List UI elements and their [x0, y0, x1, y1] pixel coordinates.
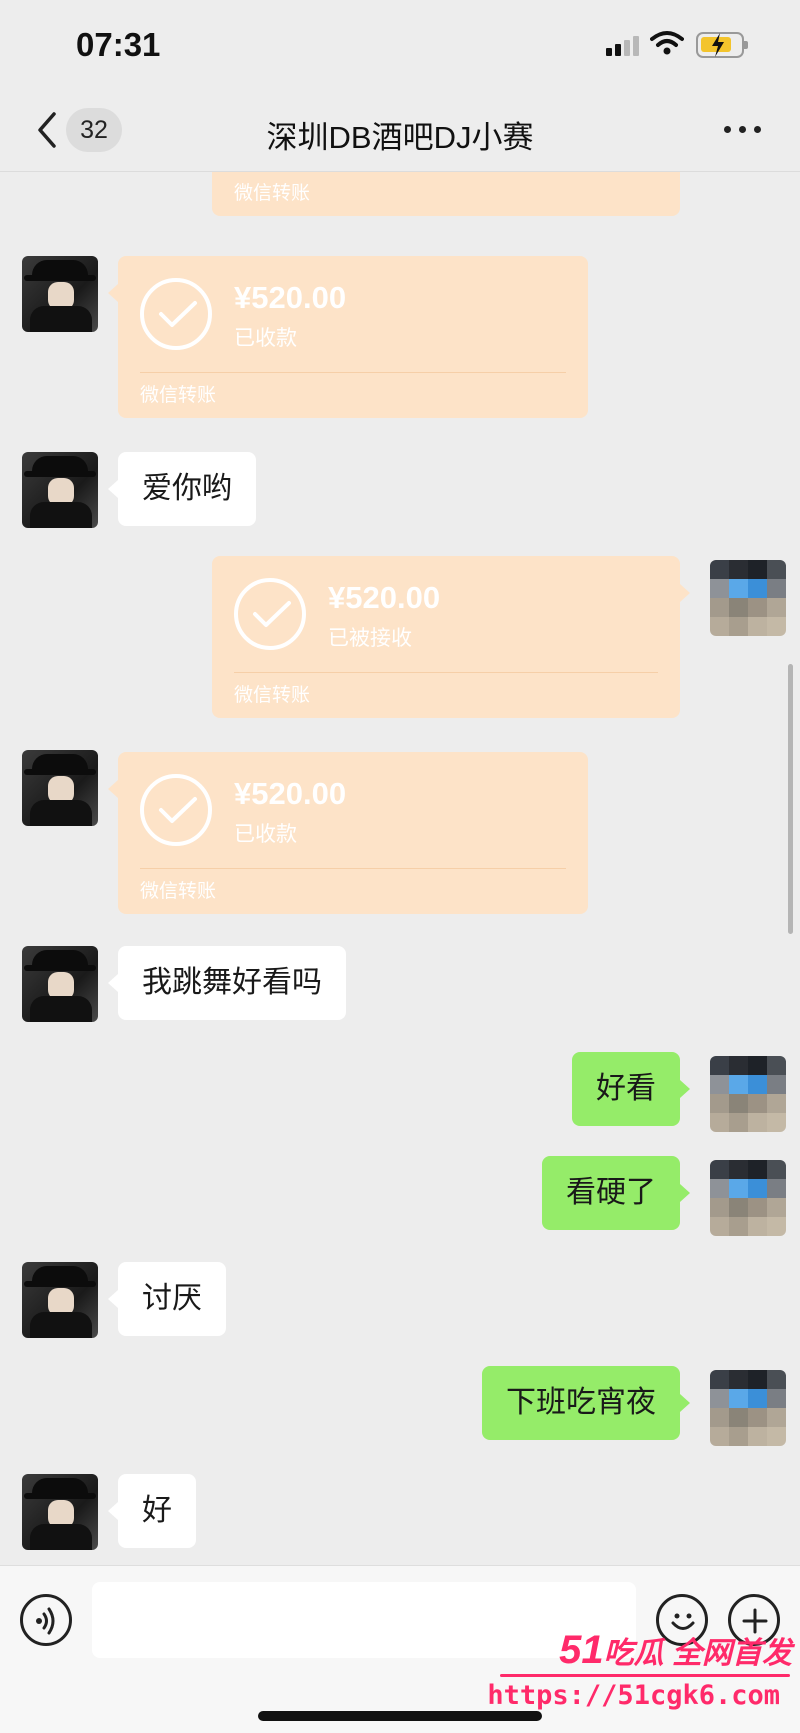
transfer-status: 已收款	[234, 823, 297, 846]
voice-icon	[36, 1607, 55, 1635]
status-bar: 07:31	[0, 0, 800, 90]
transfer-amount: ¥520.00	[328, 580, 441, 615]
transfer-footer: 微信转账	[234, 685, 311, 706]
status-time: 07:31	[76, 26, 161, 63]
checkmark-circle-icon	[140, 774, 212, 846]
chat-title: 深圳DB酒吧DJ小赛	[266, 120, 534, 155]
chat-header: 32 深圳DB酒吧DJ小赛	[0, 90, 800, 172]
transfer-amount: ¥520.00	[234, 280, 347, 315]
my-avatar[interactable]	[710, 1370, 786, 1446]
transfer-status: 已收款	[234, 327, 297, 350]
transfer-footer: 微信转账	[140, 881, 217, 902]
watermark: 51吃瓜 全网首发 https://51cgk6.com	[487, 1628, 798, 1728]
transfer-message[interactable]: ¥520.00 已被接收 微信转账	[212, 556, 690, 718]
contact-avatar[interactable]	[22, 1262, 98, 1338]
wifi-icon	[650, 30, 684, 61]
message-bubble[interactable]: 爱你哟	[108, 452, 256, 526]
scrollbar[interactable]	[788, 664, 793, 934]
contact-avatar[interactable]	[22, 452, 98, 528]
battery-charging-icon	[696, 32, 748, 58]
message-bubble[interactable]: 好	[108, 1474, 196, 1548]
transfer-amount: ¥520.00	[234, 776, 347, 811]
checkmark-circle-icon	[234, 578, 306, 650]
message-list[interactable]: 微信转账 ¥520.00 已收款 微信转账 爱你哟 ¥520.00 已被接收 微…	[0, 172, 800, 1565]
message-bubble[interactable]: 下班吃宵夜	[482, 1366, 690, 1440]
message-bubble[interactable]: 好看	[572, 1052, 690, 1126]
my-avatar[interactable]	[710, 1056, 786, 1132]
contact-avatar[interactable]	[22, 1474, 98, 1550]
more-options-button[interactable]	[724, 126, 764, 136]
watermark-brand: 51吃瓜 全网首发	[559, 1628, 792, 1672]
home-indicator[interactable]	[258, 1711, 542, 1721]
transfer-message[interactable]: ¥520.00 已收款 微信转账	[108, 256, 588, 418]
my-avatar[interactable]	[710, 1160, 786, 1236]
message-bubble[interactable]: 我跳舞好看吗	[108, 946, 346, 1020]
contact-avatar[interactable]	[22, 946, 98, 1022]
unread-count-badge[interactable]: 32	[66, 108, 122, 152]
message-bubble[interactable]: 看硬了	[542, 1156, 690, 1230]
transfer-footer: 微信转账	[234, 183, 311, 204]
checkmark-circle-icon	[140, 278, 212, 350]
transfer-message[interactable]: 微信转账	[212, 172, 680, 216]
transfer-footer: 微信转账	[140, 385, 217, 406]
cellular-signal-icon	[606, 34, 642, 56]
my-avatar[interactable]	[710, 560, 786, 636]
contact-avatar[interactable]	[22, 750, 98, 826]
message-bubble[interactable]: 讨厌	[108, 1262, 226, 1336]
transfer-message[interactable]: ¥520.00 已收款 微信转账	[108, 752, 588, 914]
transfer-status: 已被接收	[328, 627, 412, 650]
voice-button[interactable]	[20, 1594, 72, 1646]
contact-avatar[interactable]	[22, 256, 98, 332]
watermark-url: https://51cgk6.com	[487, 1680, 780, 1711]
